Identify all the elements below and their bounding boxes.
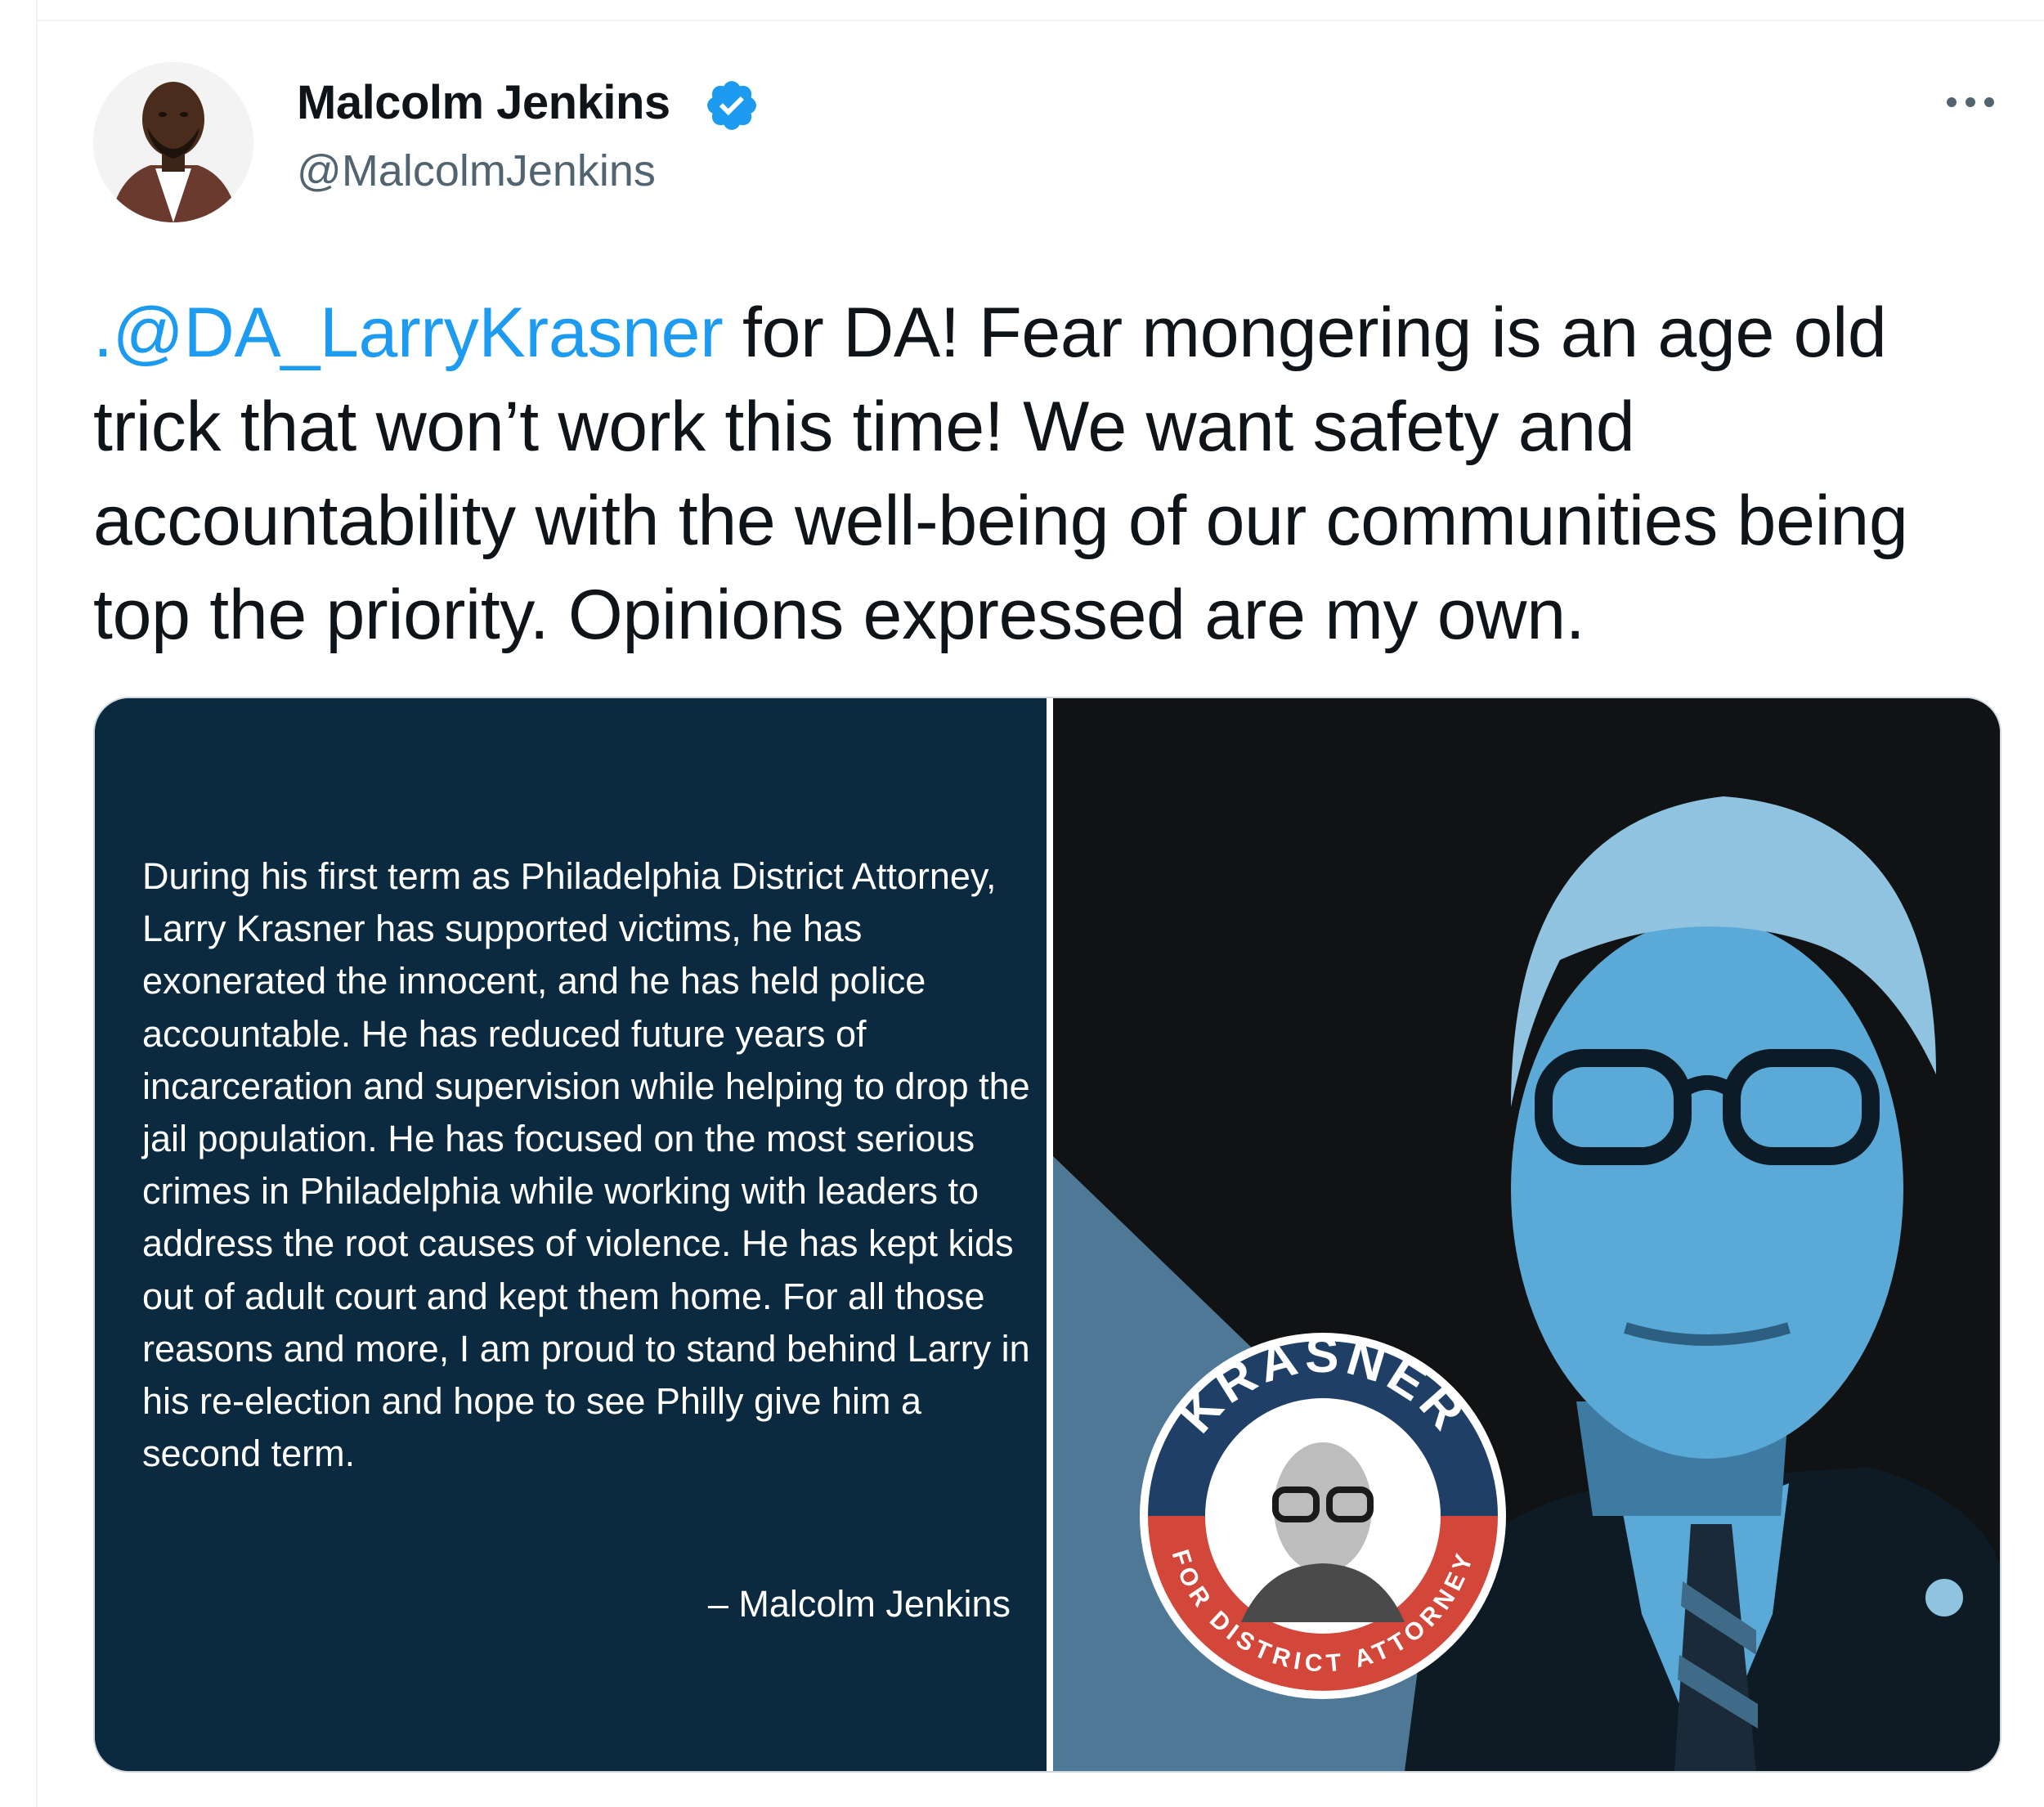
timeline-border [36,0,38,1807]
tweet-page: Malcolm Jenkins @MalcolmJenkins .@DA_Lar… [0,0,2044,1807]
photo-panel: KRASNER FOR DISTRICT ATTORNEY [1053,698,2000,1771]
author-handle[interactable]: @MalcolmJenkins [297,146,656,196]
author-name[interactable]: Malcolm Jenkins [297,75,670,130]
campaign-badge: KRASNERFOR DISTRICT ATTORNEY [1140,1327,1506,1699]
timeline-top-border [36,0,2044,21]
author-avatar[interactable] [93,62,253,222]
more-options-icon[interactable] [1942,82,1999,123]
panel-divider [1047,698,1053,1771]
candidate-photo: KRASNERFOR DISTRICT ATTORNEY [1053,698,2000,1771]
mention-link[interactable]: .@DA_LarryKrasner [93,294,724,372]
tweet-media[interactable]: During his first term as Philadelphia Di… [93,697,2001,1773]
avatar-photo [93,62,253,222]
verified-badge-icon [707,81,756,130]
quote-attribution: – Malcolm Jenkins [707,1583,1011,1625]
tweet-text: .@DA_LarryKrasner for DA! Fear mongering… [93,286,1998,662]
quote-text: During his first term as Philadelphia Di… [142,855,1030,1475]
quote-panel: During his first term as Philadelphia Di… [95,698,1047,1771]
